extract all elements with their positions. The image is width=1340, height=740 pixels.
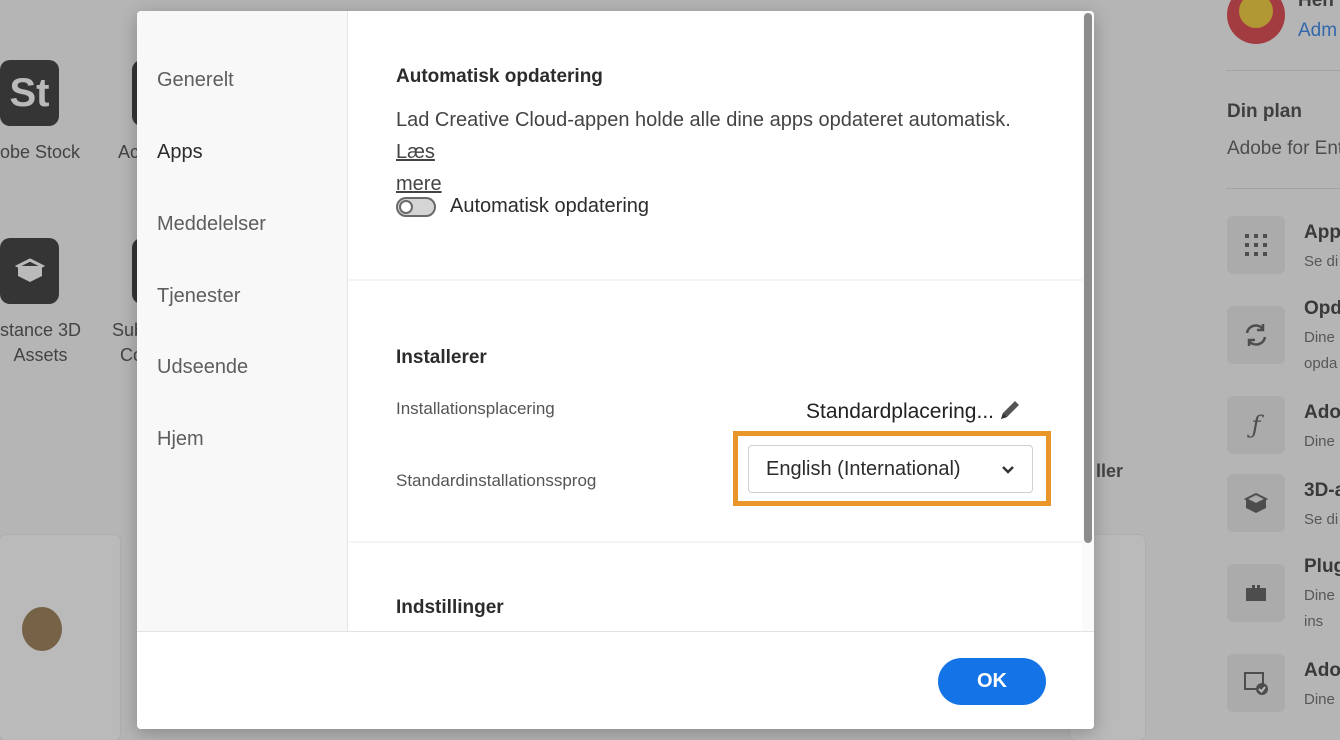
nav-item-apps[interactable]: Apps xyxy=(157,141,203,164)
install-language-label: Standardinstallationssprog xyxy=(396,471,597,490)
preferences-sidebar: Generelt Apps Meddelelser Tjenester Udse… xyxy=(137,11,348,631)
nav-item-generelt[interactable]: Generelt xyxy=(157,69,234,92)
preferences-content: Automatisk opdatering Lad Creative Cloud… xyxy=(349,11,1082,631)
content-scrollbar[interactable] xyxy=(1082,11,1094,631)
chevron-down-icon xyxy=(1002,466,1014,474)
install-language-select[interactable]: English (International) xyxy=(748,445,1033,493)
preferences-dialog: Generelt Apps Meddelelser Tjenester Udse… xyxy=(137,11,1094,729)
auto-update-toggle[interactable] xyxy=(396,197,436,217)
nav-item-hjem[interactable]: Hjem xyxy=(157,428,204,451)
dialog-footer: OK xyxy=(137,631,1094,729)
install-location-label: Installationsplacering xyxy=(396,399,555,418)
auto-update-section: Automatisk opdatering Lad Creative Cloud… xyxy=(349,11,1082,279)
section-title: Installerer xyxy=(396,347,487,368)
settings-section: Indstillinger xyxy=(349,543,1082,631)
learn-more-link[interactable]: Læs mere xyxy=(396,141,442,195)
install-location-value: Standardplacering... xyxy=(806,400,994,423)
toggle-label: Automatisk opdatering xyxy=(450,195,650,217)
scroll-thumb[interactable] xyxy=(1084,13,1092,543)
section-title: Indstillinger xyxy=(396,597,504,618)
section-title: Automatisk opdatering xyxy=(396,66,603,87)
nav-item-meddelelser[interactable]: Meddelelser xyxy=(157,213,266,236)
auto-update-description: Lad Creative Cloud-appen holde alle dine… xyxy=(396,104,1036,200)
nav-item-tjenester[interactable]: Tjenester xyxy=(157,285,240,308)
description-text: Lad Creative Cloud-appen holde alle dine… xyxy=(396,109,1011,131)
toggle-knob xyxy=(399,200,413,214)
select-value: English (International) xyxy=(766,458,961,480)
nav-item-udseende[interactable]: Udseende xyxy=(157,356,248,379)
edit-pencil-icon[interactable] xyxy=(997,397,1023,423)
ok-button[interactable]: OK xyxy=(938,658,1046,705)
